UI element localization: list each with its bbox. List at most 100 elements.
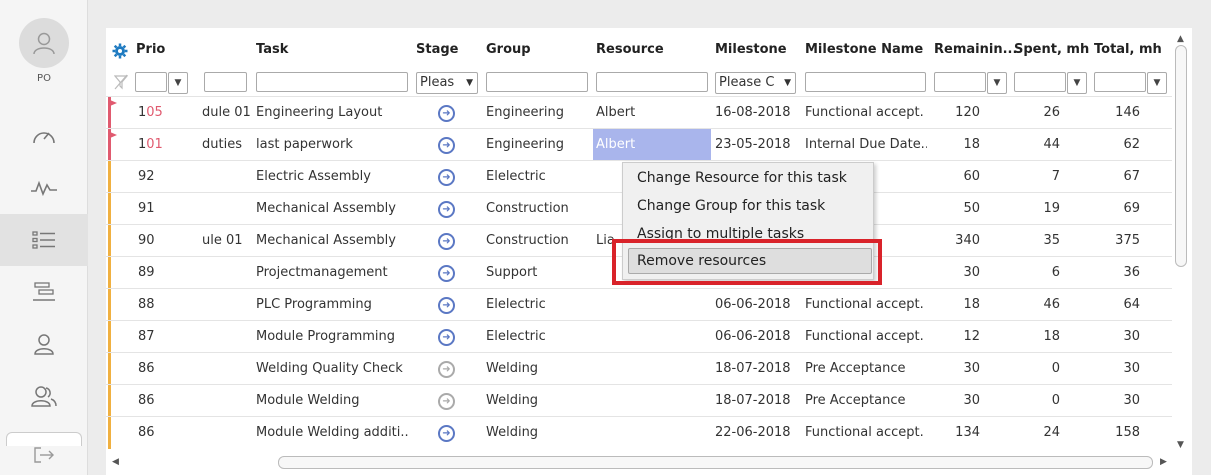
- group-cell[interactable]: Elelectric: [486, 289, 591, 321]
- spent-cell[interactable]: 46: [1014, 289, 1060, 321]
- group-cell[interactable]: Engineering: [486, 97, 591, 129]
- table-row[interactable]: 87 Module Programming Elelectric 06-06-2018…: [106, 320, 1172, 353]
- nav-dashboard[interactable]: [0, 110, 88, 162]
- group-filter-input[interactable]: [486, 72, 588, 92]
- prio-cell[interactable]: 105: [138, 97, 164, 129]
- remaining-cell[interactable]: 60: [934, 161, 980, 193]
- scroll-left-icon[interactable]: ◀: [112, 457, 119, 467]
- module-cell[interactable]: [202, 257, 252, 289]
- resource-cell[interactable]: Albert: [596, 97, 708, 129]
- prio-cell[interactable]: 86: [138, 417, 164, 449]
- total-filter-dropdown[interactable]: ▼: [1147, 72, 1167, 94]
- prio-filter-input[interactable]: [135, 72, 167, 92]
- task-cell[interactable]: Module Welding: [256, 385, 408, 417]
- total-cell[interactable]: 30: [1094, 321, 1140, 353]
- module-cell[interactable]: [202, 289, 252, 321]
- task-cell[interactable]: Mechanical Assembly: [256, 193, 408, 225]
- header-task[interactable]: Task: [256, 36, 288, 66]
- milestone-cell[interactable]: 18-07-2018: [715, 385, 800, 417]
- remaining-cell[interactable]: 340: [934, 225, 980, 257]
- header-prio[interactable]: Prio: [136, 36, 165, 66]
- table-row[interactable]: 86 Module Welding additi... Welding 22-06-2…: [106, 416, 1172, 449]
- spent-cell[interactable]: 7: [1014, 161, 1060, 193]
- menu-item-change-resource[interactable]: Change Resource for this task: [637, 166, 847, 190]
- task-cell[interactable]: Mechanical Assembly: [256, 225, 408, 257]
- milestone-name-cell[interactable]: Functional accept.: [805, 417, 927, 449]
- vertical-scroll-thumb[interactable]: [1175, 45, 1187, 267]
- resource-cell[interactable]: Albert: [593, 129, 711, 161]
- stage-arrow-icon[interactable]: ➜: [438, 201, 455, 218]
- prio-cell[interactable]: 89: [138, 257, 164, 289]
- milestone-name-cell[interactable]: Pre Acceptance: [805, 353, 927, 385]
- module-cell[interactable]: [202, 417, 252, 449]
- remaining-cell[interactable]: 30: [934, 353, 980, 385]
- milestone-cell[interactable]: 06-06-2018: [715, 321, 800, 353]
- resource-cell[interactable]: [596, 385, 708, 417]
- stage-arrow-icon[interactable]: ➜: [438, 425, 455, 442]
- header-milestone-name[interactable]: Milestone Name: [805, 36, 923, 66]
- scroll-up-icon[interactable]: ▲: [1177, 34, 1184, 44]
- remaining-cell[interactable]: 30: [934, 257, 980, 289]
- module-cell[interactable]: [202, 385, 252, 417]
- scroll-right-icon[interactable]: ▶: [1160, 457, 1167, 467]
- milestone-name-filter-input[interactable]: [805, 72, 926, 92]
- milestone-name-cell[interactable]: Functional accept.: [805, 289, 927, 321]
- remaining-cell[interactable]: 30: [934, 385, 980, 417]
- header-milestone[interactable]: Milestone: [715, 36, 787, 66]
- module-cell[interactable]: ule 01: [202, 225, 252, 257]
- task-cell[interactable]: Electric Assembly: [256, 161, 408, 193]
- prio-cell[interactable]: 101: [138, 129, 164, 161]
- total-cell[interactable]: 36: [1094, 257, 1140, 289]
- task-cell[interactable]: last paperwork: [256, 129, 408, 161]
- spent-cell[interactable]: 19: [1014, 193, 1060, 225]
- module-cell[interactable]: duties: [202, 129, 252, 161]
- header-spent[interactable]: Spent, mh: [1014, 36, 1089, 66]
- stage-arrow-icon[interactable]: ➜: [438, 233, 455, 250]
- prio-cell[interactable]: 91: [138, 193, 164, 225]
- milestone-name-cell[interactable]: Pre Acceptance: [805, 385, 927, 417]
- clear-filter-button[interactable]: [113, 74, 129, 94]
- spent-cell[interactable]: 0: [1014, 385, 1060, 417]
- spent-cell[interactable]: 35: [1014, 225, 1060, 257]
- group-cell[interactable]: Welding: [486, 417, 591, 449]
- milestone-cell[interactable]: 06-06-2018: [715, 289, 800, 321]
- remaining-cell[interactable]: 18: [934, 289, 980, 321]
- spent-cell[interactable]: 44: [1014, 129, 1060, 161]
- milestone-cell[interactable]: 23-05-2018: [715, 129, 800, 161]
- module-cell[interactable]: [202, 353, 252, 385]
- nav-logout[interactable]: [0, 435, 88, 475]
- prio-cell[interactable]: 92: [138, 161, 164, 193]
- module-cell[interactable]: [202, 161, 252, 193]
- total-cell[interactable]: 30: [1094, 353, 1140, 385]
- user-avatar[interactable]: [19, 18, 69, 68]
- settings-gear[interactable]: [112, 36, 128, 66]
- total-filter-input[interactable]: [1094, 72, 1146, 92]
- table-row[interactable]: 88 PLC Programming Elelectric 06-06-2018 Fun…: [106, 288, 1172, 321]
- milestone-name-cell[interactable]: Functional accept.: [805, 321, 927, 353]
- stage-arrow-icon[interactable]: ➜: [438, 361, 455, 378]
- nav-team[interactable]: [0, 370, 88, 422]
- milestone-filter-select[interactable]: Please C ▼: [715, 72, 796, 94]
- prio-filter-dropdown[interactable]: ▼: [168, 72, 188, 94]
- total-cell[interactable]: 30: [1094, 385, 1140, 417]
- remaining-cell[interactable]: 134: [934, 417, 980, 449]
- module-cell[interactable]: dule 01: [202, 97, 252, 129]
- milestone-name-cell[interactable]: Internal Due Date...: [805, 129, 927, 161]
- task-cell[interactable]: Module Welding additi...: [256, 417, 408, 449]
- table-row[interactable]: 86 Module Welding Welding 18-07-2018 Pre Acc…: [106, 384, 1172, 417]
- stage-filter-select[interactable]: Pleas ▼: [416, 72, 478, 94]
- milestone-cell[interactable]: 18-07-2018: [715, 353, 800, 385]
- task-cell[interactable]: PLC Programming: [256, 289, 408, 321]
- total-cell[interactable]: 375: [1094, 225, 1140, 257]
- total-cell[interactable]: 158: [1094, 417, 1140, 449]
- remaining-cell[interactable]: 50: [934, 193, 980, 225]
- group-cell[interactable]: Elelectric: [486, 161, 591, 193]
- group-cell[interactable]: Welding: [486, 353, 591, 385]
- spent-cell[interactable]: 0: [1014, 353, 1060, 385]
- stage-arrow-icon[interactable]: ➜: [438, 137, 455, 154]
- prio-cell[interactable]: 87: [138, 321, 164, 353]
- table-row[interactable]: 105 dule 01 Engineering Layout Engineering A…: [106, 96, 1172, 129]
- nav-user[interactable]: [0, 318, 88, 370]
- module-cell[interactable]: [202, 321, 252, 353]
- spent-cell[interactable]: 6: [1014, 257, 1060, 289]
